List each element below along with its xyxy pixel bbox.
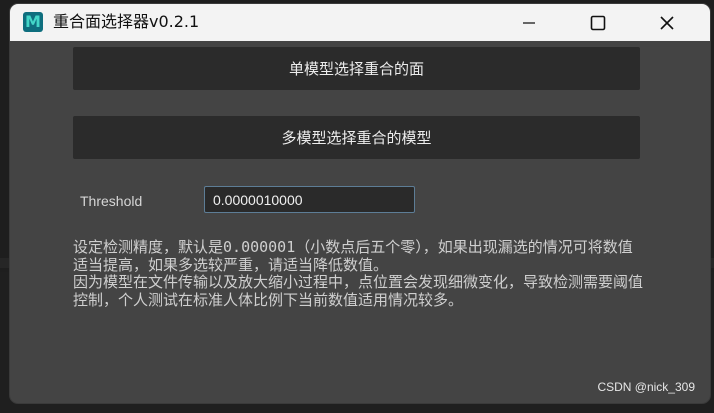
select-overlapping-models-button[interactable]: 多模型选择重合的模型 — [73, 116, 640, 159]
watermark: CSDN @nick_309 — [597, 380, 695, 394]
select-overlapping-faces-button[interactable]: 单模型选择重合的面 — [73, 47, 640, 90]
app-window: M 重合面选择器v0.2.1 单模型选择重合的面 多模型选择重合的模型 Thre… — [10, 4, 710, 403]
maya-icon: M — [23, 12, 43, 32]
minimize-icon — [523, 21, 535, 24]
description-text: 设定检测精度，默认是0.000001（小数点后五个零），如果出现漏选的情况可将数… — [73, 238, 644, 309]
description-paragraph: 设定检测精度，默认是0.000001（小数点后五个零），如果出现漏选的情况可将数… — [73, 238, 633, 274]
close-icon — [660, 15, 674, 30]
close-button[interactable] — [644, 4, 690, 41]
description-paragraph: 因为模型在文件传输以及放大缩小过程中，点位置会发现细微变化，导致检测需要阈值控制… — [73, 273, 644, 309]
window-title: 重合面选择器v0.2.1 — [53, 12, 200, 31]
threshold-label: Threshold — [80, 193, 143, 209]
main-content: 单模型选择重合的面 多模型选择重合的模型 Threshold 设定检测精度，默认… — [10, 41, 710, 403]
maximize-icon — [590, 15, 606, 30]
minimize-button[interactable] — [506, 4, 552, 41]
threshold-input[interactable] — [204, 186, 415, 213]
maximize-button[interactable] — [575, 4, 621, 41]
title-bar[interactable]: M 重合面选择器v0.2.1 — [10, 4, 710, 41]
